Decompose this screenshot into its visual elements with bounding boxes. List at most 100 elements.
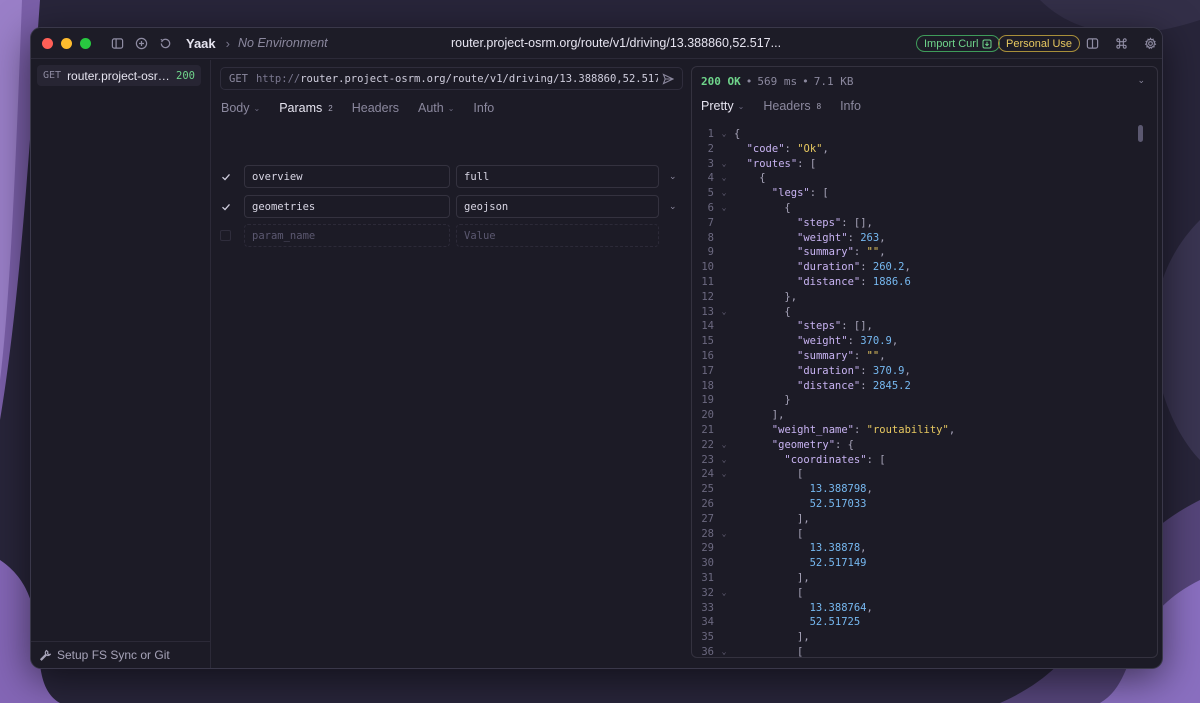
line-number: 31 xyxy=(701,571,714,584)
url-method[interactable]: GET xyxy=(229,73,248,85)
fold-gutter xyxy=(714,364,734,379)
line-number: 5 xyxy=(707,187,714,200)
line-number: 18 xyxy=(701,379,714,392)
param-name-input[interactable]: geometries xyxy=(244,195,450,218)
window-title: router.project-osrm.org/route/v1/driving… xyxy=(451,36,782,50)
command-icon[interactable] xyxy=(1114,36,1128,50)
fold-gutter xyxy=(714,260,734,275)
new-param-name-input[interactable]: param_name xyxy=(244,224,450,247)
code-line: 20], xyxy=(692,408,1157,423)
fold-chevron-icon[interactable]: ⌄ xyxy=(714,157,734,172)
sidebar-icon[interactable] xyxy=(110,36,124,50)
response-body-viewer[interactable]: 1 ⌄{2 "code": "Ok", 3 ⌄ "routes": [4 ⌄{5 ⌄ "legs… xyxy=(692,127,1157,657)
tab-params[interactable]: Params 2 xyxy=(279,101,333,115)
json-number: 52.51725 xyxy=(809,616,861,629)
fold-chevron-icon[interactable]: ⌄ xyxy=(714,171,734,186)
code-text: 13.38878, xyxy=(734,541,867,556)
code-line: 24 ⌄ [ xyxy=(692,467,1157,482)
split-layout-icon[interactable] xyxy=(1085,36,1099,50)
scrollbar-thumb[interactable] xyxy=(1138,125,1143,142)
chevron-down-icon[interactable]: ⌄ xyxy=(669,201,677,212)
plus-circle-icon[interactable] xyxy=(134,36,148,50)
fold-chevron-icon[interactable]: ⌄ xyxy=(714,186,734,201)
tab-auth-label: Auth xyxy=(417,101,444,115)
param-enabled-checkbox[interactable] xyxy=(220,201,231,212)
code-line: 35], xyxy=(692,630,1157,645)
workspace-name[interactable]: Yaak xyxy=(186,36,216,51)
url-bar[interactable]: GET http:// router.project-osrm.org/rout… xyxy=(220,67,683,90)
code-line: 9 "summary": "", xyxy=(692,245,1157,260)
response-status-bar: 200 OK • 569 ms • 7.1 KB xyxy=(701,75,854,88)
personal-use-badge[interactable]: Personal Use xyxy=(998,35,1081,52)
sync-setup-label: Setup FS Sync or Git xyxy=(57,648,170,662)
tab-info[interactable]: Info xyxy=(473,101,494,115)
tab-headers[interactable]: Headers xyxy=(352,101,399,115)
url-input[interactable]: router.project-osrm.org/route/v1/driving… xyxy=(300,73,658,85)
json-number: 13.38878 xyxy=(809,542,861,555)
fold-chevron-icon[interactable]: ⌄ xyxy=(714,586,734,601)
json-key: "duration" xyxy=(797,364,861,377)
fold-chevron-icon[interactable]: ⌄ xyxy=(714,453,734,468)
param-enabled-checkbox[interactable] xyxy=(220,230,231,241)
maximize-window-button[interactable] xyxy=(80,37,91,49)
tab-response-info[interactable]: Info xyxy=(840,99,861,113)
line-number: 26 xyxy=(701,497,714,510)
code-text: }, xyxy=(734,290,797,305)
fold-chevron-icon[interactable]: ⌄ xyxy=(714,645,734,657)
minimize-window-button[interactable] xyxy=(61,37,72,49)
fold-chevron-icon[interactable]: ⌄ xyxy=(714,467,734,482)
json-string: "" xyxy=(866,246,880,259)
tab-body[interactable]: Body ⌄ xyxy=(221,101,260,115)
sync-setup-button[interactable]: Setup FS Sync or Git xyxy=(31,641,210,668)
gear-icon[interactable] xyxy=(1143,36,1157,50)
app-window: Yaak › No Environment router.project-osr… xyxy=(30,27,1163,669)
param-name-input[interactable]: overview xyxy=(244,165,450,188)
json-punctuation: : xyxy=(860,379,873,392)
line-number: 36 xyxy=(701,645,714,658)
titlebar: Yaak › No Environment router.project-osr… xyxy=(31,28,1162,59)
chevron-down-icon[interactable]: ⌄ xyxy=(1137,75,1145,86)
chevron-down-icon[interactable]: ⌄ xyxy=(669,171,677,182)
new-param-value-input[interactable]: Value xyxy=(456,224,659,247)
line-number: 2 xyxy=(707,142,714,155)
code-text: 52.517149 xyxy=(734,556,867,571)
import-curl-button[interactable]: Import Curl xyxy=(916,35,1001,52)
fold-chevron-icon[interactable]: ⌄ xyxy=(714,127,734,142)
history-icon[interactable] xyxy=(158,36,172,50)
params-count-badge: 2 xyxy=(328,103,333,113)
environment-selector[interactable]: No Environment xyxy=(238,36,328,50)
fold-chevron-icon[interactable]: ⌄ xyxy=(714,201,734,216)
line-number: 21 xyxy=(701,423,714,436)
param-value-input[interactable]: full xyxy=(456,165,659,188)
param-enabled-checkbox[interactable] xyxy=(220,171,231,182)
code-line: 30 52.517149 xyxy=(692,556,1157,571)
json-punctuation: : xyxy=(847,231,861,244)
close-window-button[interactable] xyxy=(42,37,53,49)
json-number: 52.517033 xyxy=(809,497,867,510)
tab-auth[interactable]: Auth ⌄ xyxy=(418,101,454,115)
fold-gutter xyxy=(714,497,734,512)
fold-gutter xyxy=(714,601,734,616)
json-number: 1886.6 xyxy=(872,275,911,288)
send-icon[interactable] xyxy=(662,72,674,85)
code-line: 3 ⌄ "routes": [ xyxy=(692,157,1157,172)
code-line: 14 "steps": [], xyxy=(692,319,1157,334)
code-line: 33 13.388764, xyxy=(692,601,1157,616)
fold-chevron-icon[interactable]: ⌄ xyxy=(714,305,734,320)
json-punctuation: : [ xyxy=(866,453,886,466)
param-value-input[interactable]: geojson xyxy=(456,195,659,218)
fold-gutter xyxy=(714,349,734,364)
code-line: 18 "distance": 2845.2 xyxy=(692,379,1157,394)
fold-gutter xyxy=(714,512,734,527)
sidebar-request-item[interactable]: GET router.project-osrm.org 200 xyxy=(37,65,201,86)
code-line: 11 "distance": 1886.6 xyxy=(692,275,1157,290)
fold-chevron-icon[interactable]: ⌄ xyxy=(714,527,734,542)
line-number: 33 xyxy=(701,601,714,614)
code-text: "steps": [], xyxy=(734,216,873,231)
tab-response-headers[interactable]: Headers 8 xyxy=(763,99,821,113)
line-number: 27 xyxy=(701,512,714,525)
tab-info-label: Info xyxy=(473,101,495,115)
tab-pretty[interactable]: Pretty ⌄ xyxy=(701,99,744,113)
code-text: { xyxy=(734,127,740,142)
fold-chevron-icon[interactable]: ⌄ xyxy=(714,438,734,453)
